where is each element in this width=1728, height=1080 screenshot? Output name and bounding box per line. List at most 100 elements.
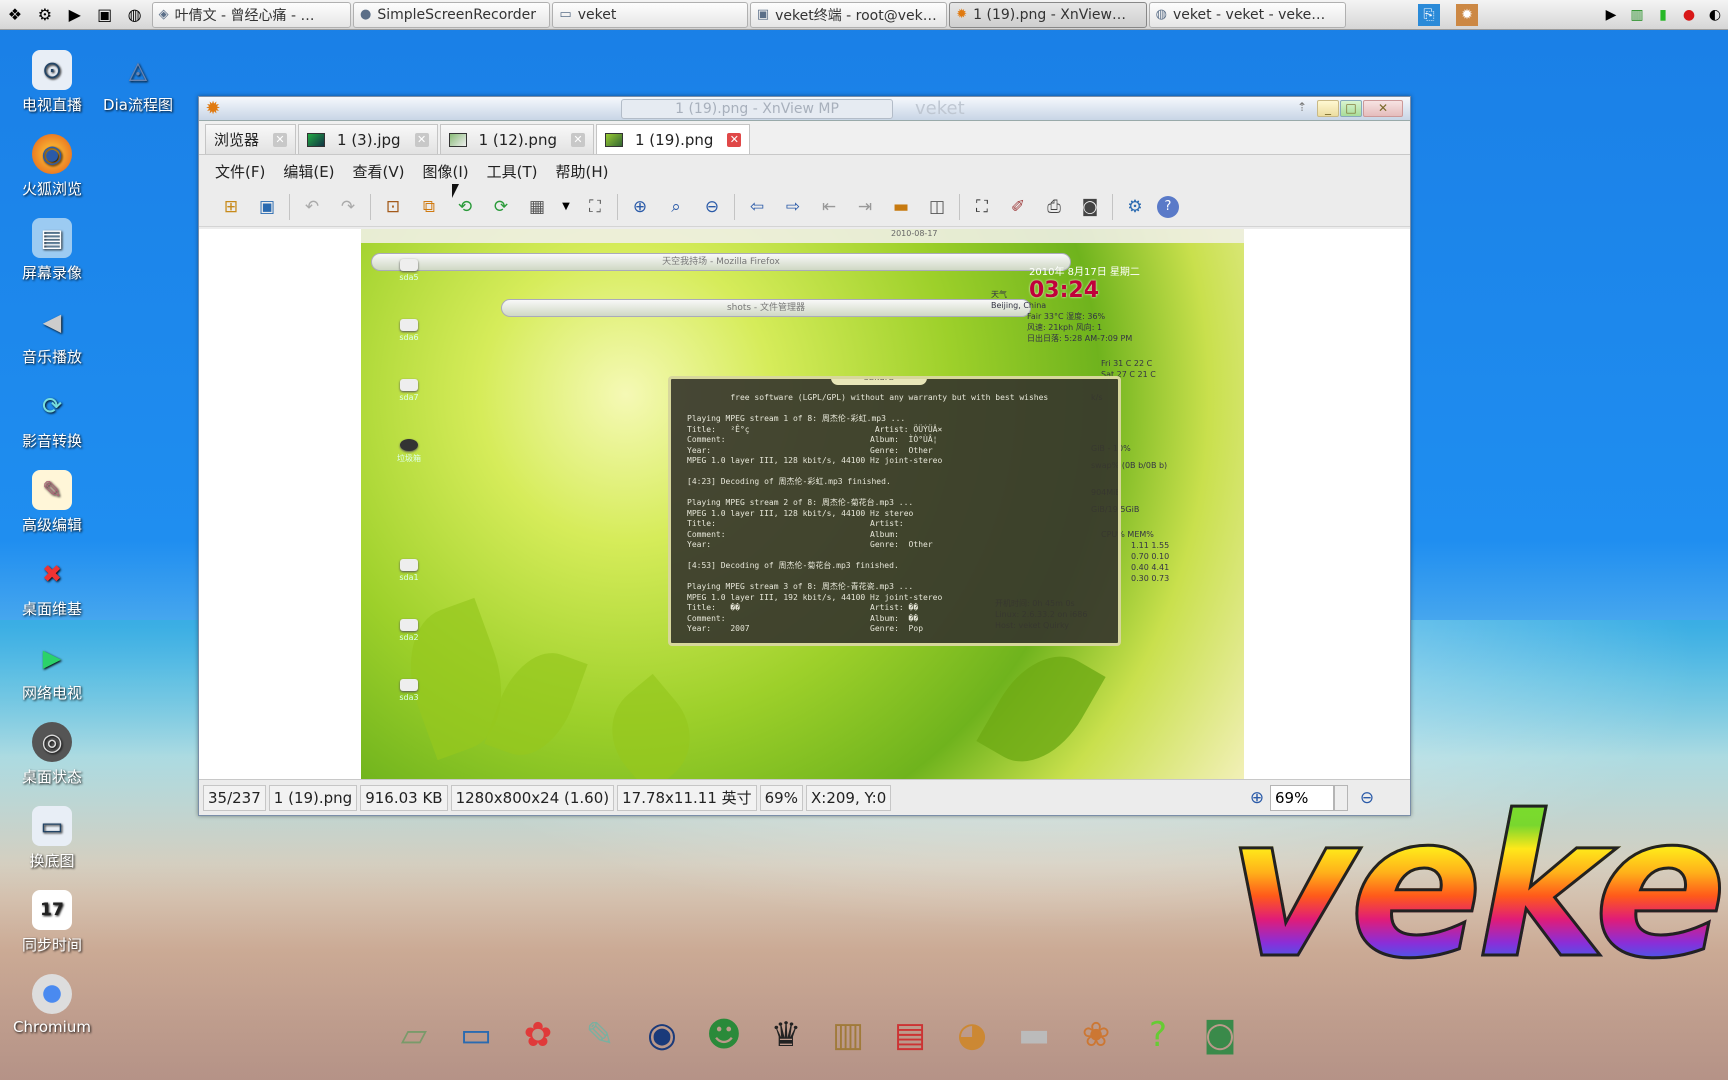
close-button[interactable]: ✕ [1363,100,1403,117]
slideshow-icon[interactable]: ▬ [887,193,915,221]
desktop-icon-music[interactable]: ◀ 音乐播放 [2,302,102,367]
menu-help[interactable]: 帮助(H) [556,161,609,182]
taskbar-task-terminal[interactable]: ▣ veket终端 - root@vek… [749,1,948,28]
desktop-icon-firefox[interactable]: ◉ 火狐浏览 [2,134,102,199]
color-picker-icon[interactable]: ✐ [1004,193,1032,221]
task-label: veket [577,6,617,23]
zoom-out-icon[interactable]: ⊖ [698,193,726,221]
menu-image[interactable]: 图像(I) [423,161,469,182]
crop-icon[interactable]: ⊡ [379,193,407,221]
close-tab-icon[interactable]: ✕ [273,132,288,147]
desktop-icon-chromium[interactable]: Chromium [2,974,102,1036]
tab-image-19[interactable]: 1 (19).png ✕ [595,124,751,154]
taskbar-task-xnview[interactable]: ✹ 1 (19).png - XnView… [949,1,1147,28]
record-indicator-icon[interactable]: ● [1678,4,1700,26]
desktop-icon-editor[interactable]: ✎ 高级编辑 [2,470,102,535]
desktop-icon-screen-record[interactable]: ▤ 屏幕录像 [2,218,102,283]
desktop-icon-dia[interactable]: ◬ Dia流程图 [88,50,188,115]
menu-tools[interactable]: 工具(T) [487,161,538,182]
window-title: 1 (19).png - XnView MP [621,99,893,119]
more-tray-icon[interactable]: ◐ [1704,4,1726,26]
xnview-tray-icon[interactable]: ✹ [1456,3,1479,26]
veket-app-icon[interactable]: ❀ [1067,1006,1125,1064]
task-label: veket终端 - root@vek… [775,7,937,24]
dropdown-arrow-icon[interactable]: ▼ [559,193,573,221]
window-titlebar[interactable]: ✹ 1 (19).png - XnView MP veket ⇡ _ □ ✕ [199,97,1410,121]
save-icon[interactable]: ▣ [253,193,281,221]
previous-icon[interactable]: ⇦ [743,193,771,221]
qq-penguin-icon[interactable]: ♛ [757,1006,815,1064]
print-icon[interactable]: ⎙ [1040,193,1068,221]
help-icon[interactable]: ? [1157,195,1179,218]
tab-image-3[interactable]: 1 (3).jpg ✕ [298,124,438,154]
image-drive: sda2 [391,619,427,642]
capture-icon[interactable]: ◙ [1076,193,1104,221]
battery-icon[interactable]: ▮ [1652,4,1674,26]
close-tab-icon[interactable]: ✕ [570,132,585,147]
last-image-icon[interactable]: ⇥ [851,193,879,221]
desktop-icon-web-tv[interactable]: ▶ 网络电视 [2,638,102,703]
zoom-in-icon[interactable]: ⊕ [626,193,654,221]
menu-edit[interactable]: 编辑(E) [283,161,334,182]
close-tab-icon[interactable]: ✕ [414,132,429,147]
redo-icon[interactable]: ↷ [334,193,362,221]
dia-icon: ◬ [128,56,148,84]
taskbar-task-browser[interactable]: ◍ veket - veket - veke… [1148,1,1347,28]
next-icon[interactable]: ⇨ [779,193,807,221]
desktop-icon-label: 换底图 [29,852,75,870]
help-question-icon[interactable]: ? [1129,1006,1187,1064]
taskbar-task-music[interactable]: ◈ 叶倩文 - 曾经心痛 - … [151,1,351,28]
desktop-icon-wiki[interactable]: ✖ 桌面维基 [2,554,102,619]
taskbar-task-veket[interactable]: ▭ veket [552,1,748,28]
minimize-button[interactable]: _ [1317,100,1339,117]
compare-icon[interactable]: ◫ [923,193,951,221]
pin-up-icon[interactable]: ⇡ [1297,100,1307,114]
terminal-launcher-icon[interactable]: ▣ [92,2,118,28]
play-tray-icon[interactable]: ▶ [1600,4,1622,26]
maximize-button[interactable]: □ [1340,100,1362,117]
browse-tree-icon[interactable]: ⊞ [217,193,245,221]
first-image-icon[interactable]: ⇤ [815,193,843,221]
desktop-icon-label: 网络电视 [21,684,82,702]
users-icon[interactable]: ☻ [695,1006,753,1064]
adjust-icon[interactable]: ▦ [523,193,551,221]
tab-image-12[interactable]: 1 (12).png ✕ [439,124,594,154]
close-tab-icon[interactable]: ✕ [727,132,742,147]
address-book-icon[interactable]: ▥ [819,1006,877,1064]
zoom-fit-icon[interactable]: ⌕ [662,193,690,221]
desktop-icon-wallpaper[interactable]: ▭ 换底图 [2,806,102,871]
resize-icon[interactable]: ⧉ [415,193,443,221]
media-play-icon[interactable]: ▶ [62,2,88,28]
terminal-title: sakura [831,379,927,385]
desktop-icon-status[interactable]: ◎ 桌面状态 [2,722,102,787]
menu-file[interactable]: 文件(F) [215,161,265,182]
camera-icon[interactable]: ◙ [1191,1006,1249,1064]
desktop-icon-sync-time[interactable]: 17 同步时间 [2,890,102,955]
presentation-icon[interactable]: ▤ [881,1006,939,1064]
tab-browser[interactable]: 浏览器 ✕ [205,124,297,154]
cat-mascot-icon[interactable]: ✿ [509,1006,567,1064]
menu-view[interactable]: 查看(V) [353,161,405,182]
taskbar-task-recorder[interactable]: ● SimpleScreenRecorder [353,1,551,28]
network-tray-icon[interactable]: ⎘ [1418,3,1441,26]
desktop-icon-media-convert[interactable]: ⟳ 影音转换 [2,386,102,451]
menu-launcher-icon[interactable]: ❖ [2,2,28,28]
browser-launcher-icon[interactable]: ◍ [122,2,148,28]
music-disc-icon[interactable]: ◉ [633,1006,691,1064]
file-manager-icon[interactable]: ▱ [385,1006,443,1064]
cpu-monitor-icon[interactable]: ▥ [1626,4,1648,26]
image-viewer[interactable]: 2010-08-17 天空我持场 - Mozilla Firefox shots… [199,229,1410,781]
settings-gear-icon[interactable]: ⚙ [1121,193,1149,221]
fullscreen-icon[interactable]: ⛶ [968,193,996,221]
usb-drive-icon[interactable]: ▬ [1005,1006,1063,1064]
settings-gear-icon[interactable]: ⚙ [32,2,58,28]
histogram-icon[interactable]: ⛶ [581,193,609,221]
paint-palette-icon[interactable]: ◕ [943,1006,1001,1064]
bottom-dock: ▱ ▭ ✿ ✎ ◉ ☻ ♛ ▥ ▤ ◕ ▬ ❀ ? ◙ [385,1000,1345,1070]
computer-icon[interactable]: ▭ [447,1006,505,1064]
undo-icon[interactable]: ↶ [298,193,326,221]
rotate-right-icon[interactable]: ⟳ [487,193,515,221]
edit-pen-icon[interactable]: ✎ [571,1006,629,1064]
xnview-app-icon[interactable]: ✹ [203,98,223,119]
desktop-icon-tv-live[interactable]: ⊙ 电视直播 [2,50,102,115]
